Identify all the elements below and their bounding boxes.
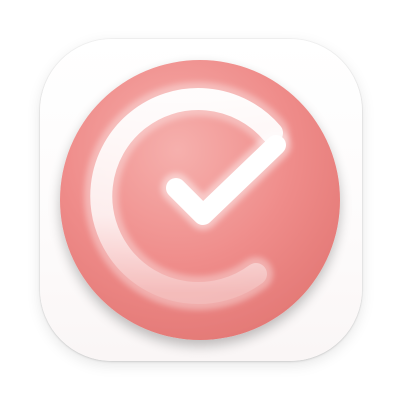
canvas xyxy=(0,0,400,400)
badge-circle xyxy=(60,60,340,340)
checkmark-progress-icon xyxy=(60,60,340,340)
